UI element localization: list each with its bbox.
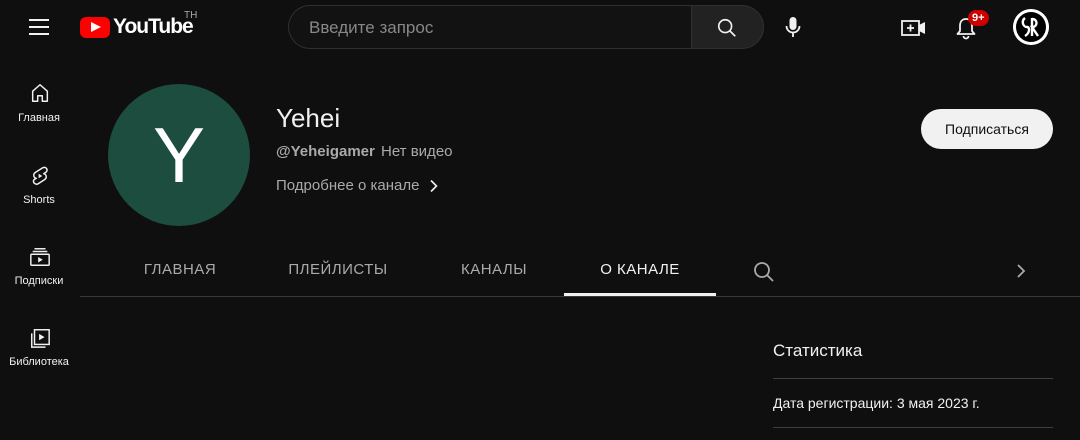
menu-button[interactable] xyxy=(18,12,62,42)
sidebar-item-subscriptions[interactable]: Подписки xyxy=(0,245,78,317)
tab-channels[interactable]: КАНАЛЫ xyxy=(446,248,542,296)
library-icon xyxy=(31,329,50,348)
account-avatar[interactable] xyxy=(1013,9,1049,45)
channel-name: Yehei xyxy=(276,103,341,133)
search-icon xyxy=(754,262,774,282)
tabs-divider xyxy=(80,296,1080,297)
youtube-play-icon xyxy=(80,16,110,38)
notifications-badge: 9+ xyxy=(968,10,989,26)
sidebar-item-label: Shorts xyxy=(23,194,55,206)
sidebar-item-label: Подписки xyxy=(14,275,64,287)
stats-divider xyxy=(773,427,1053,428)
channel-more-link[interactable]: Подробнее о канале xyxy=(276,177,439,194)
tab-about[interactable]: О КАНАЛЕ xyxy=(574,248,706,296)
sidebar-item-label: Главная xyxy=(18,112,60,124)
subscriptions-icon xyxy=(30,248,50,266)
channel-video-count: Нет видео xyxy=(381,143,453,160)
logo-text: YouTube xyxy=(113,15,194,38)
channel-avatar: Y xyxy=(108,84,250,226)
tab-home[interactable]: ГЛАВНАЯ xyxy=(128,248,232,296)
sidebar-item-label: Библиотека xyxy=(9,356,69,368)
channel-handle-text: @Yeheigamer xyxy=(276,143,375,160)
tabs-scroll-right-button[interactable] xyxy=(1008,256,1036,288)
voice-search-button[interactable] xyxy=(773,6,813,46)
chevron-right-icon xyxy=(1017,264,1026,278)
account-avatar-image xyxy=(1013,9,1049,45)
create-button[interactable] xyxy=(893,8,933,48)
menu-icon-line xyxy=(29,19,49,21)
sidebar-item-shorts[interactable]: Shorts xyxy=(0,164,78,236)
channel-search-button[interactable] xyxy=(748,256,780,288)
search-input[interactable] xyxy=(307,6,681,50)
sidebar-item-library[interactable]: Библиотека xyxy=(0,326,78,398)
stats-title: Статистика xyxy=(773,341,863,360)
home-icon xyxy=(31,84,49,102)
microphone-icon xyxy=(785,17,801,37)
menu-icon-line xyxy=(29,26,49,28)
channel-handle: @Yeheigamer xyxy=(276,143,375,160)
tab-playlists[interactable]: ПЛЕЙЛИСТЫ xyxy=(274,248,402,296)
channel-more-label: Подробнее о канале xyxy=(276,177,420,194)
subscribe-button[interactable]: Подписаться xyxy=(921,109,1053,149)
sidebar-item-home[interactable]: Главная xyxy=(0,82,78,154)
create-video-icon xyxy=(901,20,925,36)
country-code: TH xyxy=(184,10,198,21)
shorts-icon xyxy=(32,166,48,185)
chevron-right-icon xyxy=(430,179,439,192)
search-bar xyxy=(288,5,764,50)
youtube-logo[interactable]: YouTube xyxy=(80,13,194,41)
stats-divider xyxy=(773,378,1053,379)
stats-registration-date: Дата регистрации: 3 мая 2023 г. xyxy=(773,395,980,411)
search-button[interactable] xyxy=(691,5,764,49)
search-icon xyxy=(717,18,736,37)
search-box xyxy=(288,5,691,50)
menu-icon-line xyxy=(29,33,49,35)
